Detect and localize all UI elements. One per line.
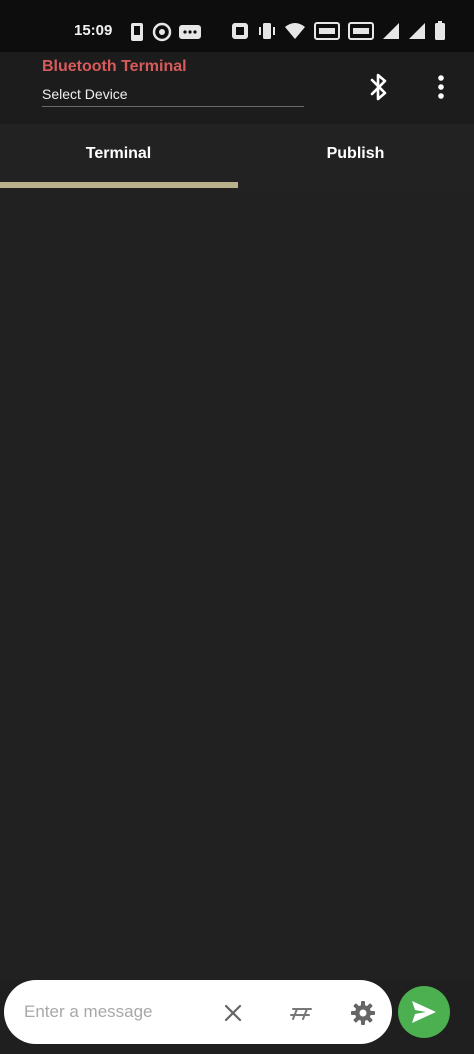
close-icon <box>224 1004 242 1022</box>
send-icon <box>412 1001 436 1023</box>
phone-notification-icon <box>131 23 143 41</box>
tab-terminal[interactable]: Terminal <box>0 124 237 184</box>
status-bar: 15:09 <box>0 0 474 52</box>
status-time: 15:09 <box>74 22 113 39</box>
message-input[interactable] <box>24 998 194 1026</box>
bluetooth-button[interactable] <box>362 70 396 104</box>
clear-button[interactable] <box>218 998 248 1028</box>
app-bar: Bluetooth Terminal Select Device <box>0 52 474 124</box>
bluetooth-icon <box>370 73 387 101</box>
format-button[interactable] <box>284 998 318 1028</box>
sync-notification-icon <box>152 22 172 42</box>
tab-bar: Terminal Publish <box>0 124 474 190</box>
device-select-dropdown[interactable]: Select Device <box>42 86 304 107</box>
gear-icon <box>351 1001 375 1025</box>
terminal-output <box>0 190 474 980</box>
vibrate-icon <box>259 23 275 39</box>
settings-button[interactable] <box>346 996 380 1030</box>
device-select-label: Select Device <box>42 86 128 102</box>
notification-icons <box>128 22 202 42</box>
wifi-icon <box>285 23 305 39</box>
send-button[interactable] <box>398 986 450 1038</box>
overflow-menu-button[interactable] <box>426 70 456 104</box>
signal-icon <box>383 23 399 39</box>
message-input-bar <box>4 980 392 1044</box>
more-vert-icon <box>438 75 444 99</box>
network-type-icon <box>348 22 374 40</box>
app-title: Bluetooth Terminal <box>42 58 187 75</box>
tab-indicator <box>0 182 238 188</box>
nfc-icon <box>232 23 248 39</box>
signal-2-icon <box>409 23 425 39</box>
format-icon <box>290 1008 312 1020</box>
battery-icon <box>435 21 445 40</box>
tab-publish[interactable]: Publish <box>237 124 474 184</box>
message-notification-icon <box>179 25 201 39</box>
system-icons <box>230 21 446 41</box>
volte-icon <box>314 22 340 40</box>
